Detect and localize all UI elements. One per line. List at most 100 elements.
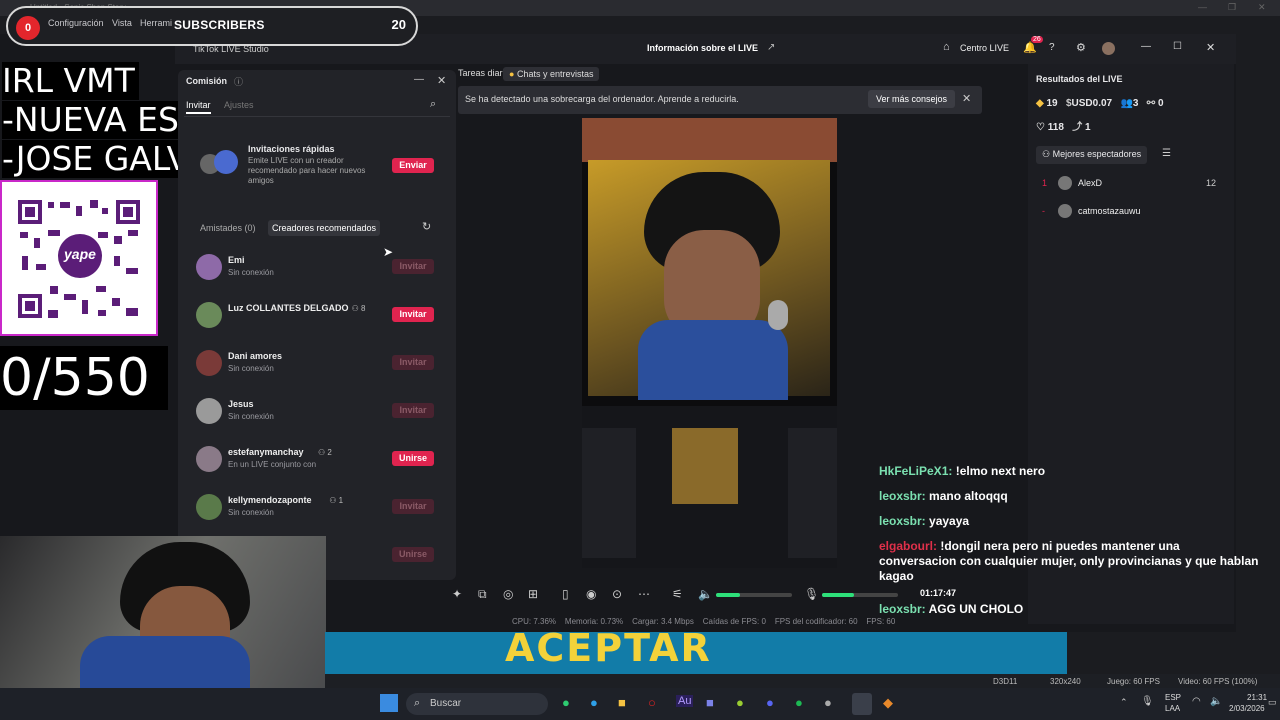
invite-button[interactable]: Invitar [392, 355, 434, 370]
invite-button[interactable]: Unirse [392, 547, 434, 562]
tab-creadores-recomendados[interactable]: Creadores recomendados [268, 220, 381, 236]
tab-chats-entrevistas[interactable]: ● Chats y entrevistas [503, 67, 600, 81]
performance-stats: CPU: 7.36% Memoria: 0.73% Cargar: 3.4 Mb… [512, 617, 895, 626]
more-tips-button[interactable]: Ver más consejos [868, 90, 956, 108]
subscribers-label: SUBSCRIBERS [174, 18, 265, 32]
list-icon[interactable]: ☰ [1162, 148, 1171, 159]
avatar[interactable] [1102, 42, 1115, 55]
layers-icon[interactable]: ⧉ [478, 587, 487, 602]
camera-feed [588, 160, 830, 400]
invite-button[interactable]: Invitar [392, 403, 434, 418]
volume-icon[interactable]: 🔈 [1210, 696, 1222, 707]
panel-close-icon[interactable]: ✕ [437, 74, 446, 87]
invite-button[interactable]: Invitar [392, 259, 434, 274]
tiktok-live-icon[interactable] [852, 693, 872, 715]
quick-invite-avatars [200, 150, 238, 176]
menu-herramientas[interactable]: Herramientas [140, 18, 172, 28]
add-source-icon[interactable]: ⊞ [528, 587, 538, 601]
brave-icon[interactable]: ◆ [883, 695, 893, 711]
refresh-icon[interactable]: ↻ [422, 220, 431, 233]
invite-button[interactable]: Unirse [392, 451, 434, 466]
goal-counter: 0/550 [0, 346, 168, 410]
viewer-row[interactable]: 1 AlexD 12 [1042, 176, 1222, 194]
clock-date: 2/03/2026 [1229, 704, 1265, 713]
top-viewers-icon: ⚇ [1042, 149, 1053, 159]
audition-icon[interactable]: Au [676, 695, 694, 707]
stat-upload: Cargar: 3.4 Mbps [632, 617, 694, 626]
magic-icon[interactable]: ✦ [452, 587, 462, 601]
language-indicator[interactable]: ESP [1165, 693, 1181, 702]
microphone-icon[interactable]: 🎙 [804, 587, 819, 601]
send-button[interactable]: Enviar [392, 158, 434, 173]
spotify-icon[interactable]: ● [795, 695, 803, 710]
settings-sliders-icon[interactable]: ⚟ [672, 587, 683, 601]
chat-message: leoxsbr: yayaya [879, 514, 1259, 529]
clock-time[interactable]: 21:31 [1247, 693, 1267, 702]
qr-caption: yape [64, 246, 96, 262]
top-viewers-tab[interactable]: ⚇ Mejores espectadores [1036, 146, 1148, 164]
tab-amistades[interactable]: Amistades (0) [200, 223, 256, 233]
restore-icon[interactable]: ❐ [1228, 2, 1236, 13]
discord-icon[interactable]: ● [766, 695, 774, 710]
menu-configuracion[interactable]: Configuración [48, 18, 104, 28]
screenshot-icon[interactable]: ⊙ [612, 587, 622, 601]
guest-count-value: 8 [361, 304, 366, 313]
likes-count: 118 [1047, 122, 1064, 133]
mic-slider[interactable] [822, 593, 898, 597]
phone-icon[interactable]: ▯ [562, 587, 569, 601]
viewer-row[interactable]: - catmostazauwu [1042, 204, 1222, 222]
teams-icon[interactable]: ■ [706, 695, 714, 710]
alert-close-icon[interactable]: ✕ [962, 92, 971, 105]
share-icon[interactable]: ↗ [767, 42, 775, 53]
guest-count: ⚇ 8 [351, 304, 366, 313]
overlay-line-1: IRL VMT [2, 62, 139, 100]
notification-center-icon[interactable]: ▭ [1268, 697, 1277, 708]
notification-badge: 26 [1031, 36, 1043, 43]
taskbar: ⌕ Buscar ● ● ■ ○ Au ■ ● ● ● ● ◆ ⌃ 🎙 ESP … [0, 688, 1280, 720]
commission-panel: Comisión ⓘ — ✕ Invitar Ajustes ⌕ Invitac… [178, 70, 456, 580]
info-icon[interactable]: ⓘ [234, 75, 243, 88]
subscribers-overlay: 0 Configuración Vista Herramientas SUBSC… [6, 6, 418, 46]
obs-icon[interactable]: ● [824, 695, 832, 710]
gear-icon[interactable]: ⚙ [1076, 41, 1086, 54]
whatsapp-icon[interactable]: ● [562, 695, 570, 710]
tab-ajustes[interactable]: Ajustes [224, 100, 254, 110]
close-icon[interactable]: ✕ [1258, 2, 1266, 13]
effects-icon[interactable]: ◎ [503, 587, 513, 601]
info-live-button[interactable]: Información sobre el LIVE [647, 43, 758, 53]
opera-icon[interactable]: ○ [648, 695, 656, 710]
wifi-icon[interactable]: ◠ [1192, 696, 1201, 707]
invite-button[interactable]: Invitar [392, 499, 434, 514]
minimize-icon[interactable]: — [1198, 2, 1207, 12]
edge-icon[interactable]: ● [590, 695, 598, 710]
volume-slider[interactable] [716, 593, 792, 597]
creator-name: Emi [228, 255, 245, 265]
centro-live-button[interactable]: Centro LIVE [960, 43, 1009, 53]
app-maximize-icon[interactable]: ☐ [1173, 41, 1182, 52]
avatar [196, 254, 222, 280]
chat-message: leoxsbr: AGG UN CHOLO [879, 602, 1259, 617]
invite-button[interactable]: Invitar [392, 307, 434, 322]
diamonds-count: 19 [1046, 98, 1058, 109]
panel-minimize-icon[interactable]: — [414, 74, 424, 85]
record-icon[interactable]: ◉ [586, 587, 596, 601]
help-icon[interactable]: ? [1049, 42, 1055, 53]
tray-chevron-icon[interactable]: ⌃ [1120, 697, 1128, 708]
folder-icon[interactable]: ■ [618, 695, 626, 710]
xbox-icon[interactable]: ● [736, 695, 744, 710]
search-icon[interactable]: ⌕ [430, 98, 436, 111]
chat-text: mano altoqqq [929, 489, 1008, 503]
search-box[interactable]: ⌕ Buscar [406, 693, 548, 715]
menu-vista[interactable]: Vista [112, 18, 132, 28]
chat-text: AGG UN CHOLO [928, 602, 1024, 616]
speaker-icon[interactable]: 🔈 [698, 587, 713, 601]
app-close-icon[interactable]: ✕ [1206, 41, 1215, 54]
guest-count-value: 1 [338, 496, 344, 505]
tab-invitar[interactable]: Invitar [186, 100, 211, 114]
creator-name: kellymendozaponte [228, 495, 312, 505]
app-minimize-icon[interactable]: — [1141, 41, 1151, 52]
windows-start-icon[interactable] [380, 694, 398, 712]
more-icon[interactable]: ⋯ [638, 587, 650, 601]
list-item: Dani amores Sin conexión Invitar [196, 350, 446, 380]
avatar [196, 302, 222, 328]
